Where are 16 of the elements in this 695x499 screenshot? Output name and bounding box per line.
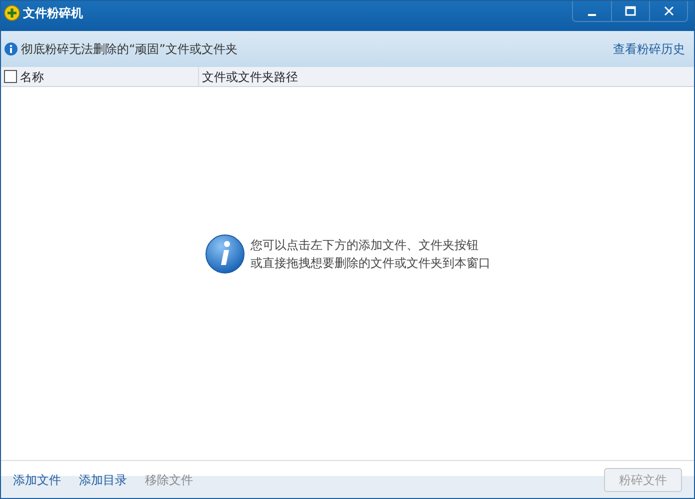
history-link[interactable]: 查看粉碎历史 (613, 40, 685, 58)
action-link[interactable]: 添加目录 (79, 470, 127, 488)
info-icon (4, 42, 18, 56)
close-icon (664, 6, 674, 16)
info-text: 彻底粉碎无法删除的“顽固”文件或文件夹 (21, 41, 238, 58)
action-link[interactable]: 添加文件 (13, 470, 61, 488)
column-header: 名称 (20, 68, 44, 86)
window-title: 文件粉碎机 (23, 5, 83, 22)
app-icon (4, 5, 20, 21)
select-all-checkbox[interactable] (4, 70, 17, 83)
info-icon (204, 234, 244, 274)
column-header: 文件或文件夹路径 (201, 68, 298, 86)
minimize-icon (588, 14, 596, 16)
maximize-icon (625, 6, 636, 16)
hint-text: 或直接拖拽想要删除的文件或文件夹到本窗口 (250, 254, 490, 272)
hint-text: 您可以点击左下方的添加文件、文件夹按钮 (250, 236, 480, 254)
